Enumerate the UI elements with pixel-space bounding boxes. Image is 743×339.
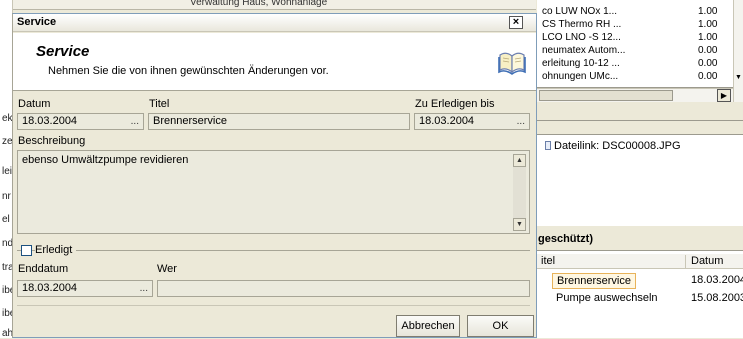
list-item[interactable]: LCO LNO -S 12... 1.00 — [537, 32, 743, 43]
column-header-title[interactable]: itel — [541, 255, 555, 267]
datum-picker-button[interactable]: ... — [131, 114, 139, 129]
book-icon — [498, 52, 526, 75]
scrollbar-track[interactable] — [513, 167, 526, 218]
dialog-window-title: Service — [17, 16, 57, 28]
file-link-text: Dateilink: DSC00008.JPG — [554, 140, 681, 152]
list-item-name: LCO LNO -S 12... — [542, 32, 621, 43]
enddatum-label: Enddatum — [18, 263, 69, 275]
close-icon[interactable]: × — [509, 16, 523, 29]
service-dialog: Service × Service Nehmen Sie die von ihn… — [12, 13, 537, 338]
file-icon — [545, 141, 551, 150]
list-item-name: erleitung 10-12 ... — [542, 58, 620, 69]
dialog-header: Service Nehmen Sie die von ihnen gewünsc… — [13, 33, 536, 91]
header-subtitle: Nehmen Sie die von ihnen gewünschten Änd… — [48, 65, 329, 77]
list-item-value: 0.00 — [698, 71, 718, 82]
background-article-list: co LUW NOx 1... 1.00 CS Thermo RH ... 1.… — [537, 0, 743, 88]
dialog-titlebar[interactable]: Service × — [13, 14, 536, 32]
zu-erledigen-label: Zu Erledigen bis — [415, 98, 495, 110]
table-row[interactable]: Pumpe auswechseln 15.08.2003 — [537, 290, 743, 307]
group-bottom-line — [17, 305, 530, 306]
scrollbar-thumb[interactable] — [539, 90, 673, 101]
zu-erledigen-value: 18.03.2004 — [419, 115, 475, 127]
enddatum-value: 18.03.2004 — [22, 282, 78, 294]
list-item-name: co LUW NOx 1... — [542, 6, 618, 17]
erledigt-group-line — [17, 250, 530, 251]
zu-erledigen-date-picker[interactable]: 18.03.2004 ... — [414, 113, 530, 130]
ok-button[interactable]: OK — [467, 315, 534, 337]
list-item-value: 0.00 — [698, 45, 718, 56]
cancel-button[interactable]: Abbrechen — [396, 315, 460, 337]
table-header: itel Datum — [537, 254, 743, 269]
background-horizontal-scrollbar[interactable]: ▶ — [537, 88, 733, 102]
table-cell-date: 15.08.2003 — [691, 292, 743, 304]
beschreibung-scrollbar[interactable]: ▲ ▼ — [513, 154, 526, 231]
list-item-name: CS Thermo RH ... — [542, 19, 622, 30]
list-item[interactable]: co LUW NOx 1... 1.00 — [537, 6, 743, 17]
list-item[interactable]: CS Thermo RH ... 1.00 — [537, 19, 743, 30]
column-header-date[interactable]: Datum — [685, 255, 723, 269]
header-title: Service — [36, 43, 90, 60]
scroll-down-icon[interactable]: ▼ — [513, 218, 526, 231]
beschreibung-value: ebenso Umwältzpumpe revidieren — [22, 154, 189, 166]
titel-field[interactable]: Brennerservice — [148, 113, 410, 130]
file-link[interactable]: Dateilink: DSC00008.JPG — [545, 140, 681, 152]
enddatum-picker-button[interactable]: ... — [140, 281, 148, 296]
table-cell-title: Pumpe auswechseln — [556, 292, 658, 304]
wer-field[interactable] — [157, 280, 530, 297]
table-cell-title: Brennerservice — [552, 273, 636, 289]
table-cell-date: 18.03.2004 — [691, 274, 743, 286]
list-item-name: ohnungen UMc... — [542, 71, 619, 82]
wer-label: Wer — [157, 263, 177, 275]
background-menu-strip: Verwaltung Haus, Wohnanlage — [0, 0, 536, 10]
list-item-value: 1.00 — [698, 19, 718, 30]
list-item-value: 0.00 — [698, 58, 718, 69]
background-menu-text: Verwaltung Haus, Wohnanlage — [190, 0, 328, 8]
erledigt-checkbox[interactable] — [21, 245, 32, 256]
enddatum-date-picker[interactable]: 18.03.2004 ... — [17, 280, 153, 297]
datum-date-picker[interactable]: 18.03.2004 ... — [17, 113, 144, 130]
background-divider — [537, 120, 743, 121]
scroll-down-icon[interactable]: ▼ — [734, 72, 743, 84]
titel-label: Titel — [149, 98, 170, 110]
list-item[interactable]: erleitung 10-12 ... 0.00 — [537, 58, 743, 69]
list-item[interactable]: ohnungen UMc... 0.00 — [537, 71, 743, 82]
beschreibung-textarea[interactable]: ebenso Umwältzpumpe revidieren ▲ ▼ — [17, 150, 530, 234]
background-vertical-scrollbar[interactable]: ▼ — [733, 0, 743, 102]
zu-erledigen-picker-button[interactable]: ... — [517, 114, 525, 129]
background-section-title: geschützt) — [538, 233, 593, 245]
scroll-right-icon[interactable]: ▶ — [717, 89, 731, 102]
list-item-value: 1.00 — [698, 32, 718, 43]
table-row[interactable]: Brennerservice 18.03.2004 — [537, 272, 743, 289]
datum-value: 18.03.2004 — [22, 115, 78, 127]
titel-value: Brennerservice — [153, 115, 227, 127]
datum-label: Datum — [18, 98, 51, 110]
beschreibung-label: Beschreibung — [18, 135, 86, 147]
erledigt-label[interactable]: Erledigt — [35, 244, 77, 256]
list-item-value: 1.00 — [698, 6, 718, 17]
list-item-name: neumatex Autom... — [542, 45, 626, 56]
list-item[interactable]: neumatex Autom... 0.00 — [537, 45, 743, 56]
scroll-up-icon[interactable]: ▲ — [513, 154, 526, 167]
